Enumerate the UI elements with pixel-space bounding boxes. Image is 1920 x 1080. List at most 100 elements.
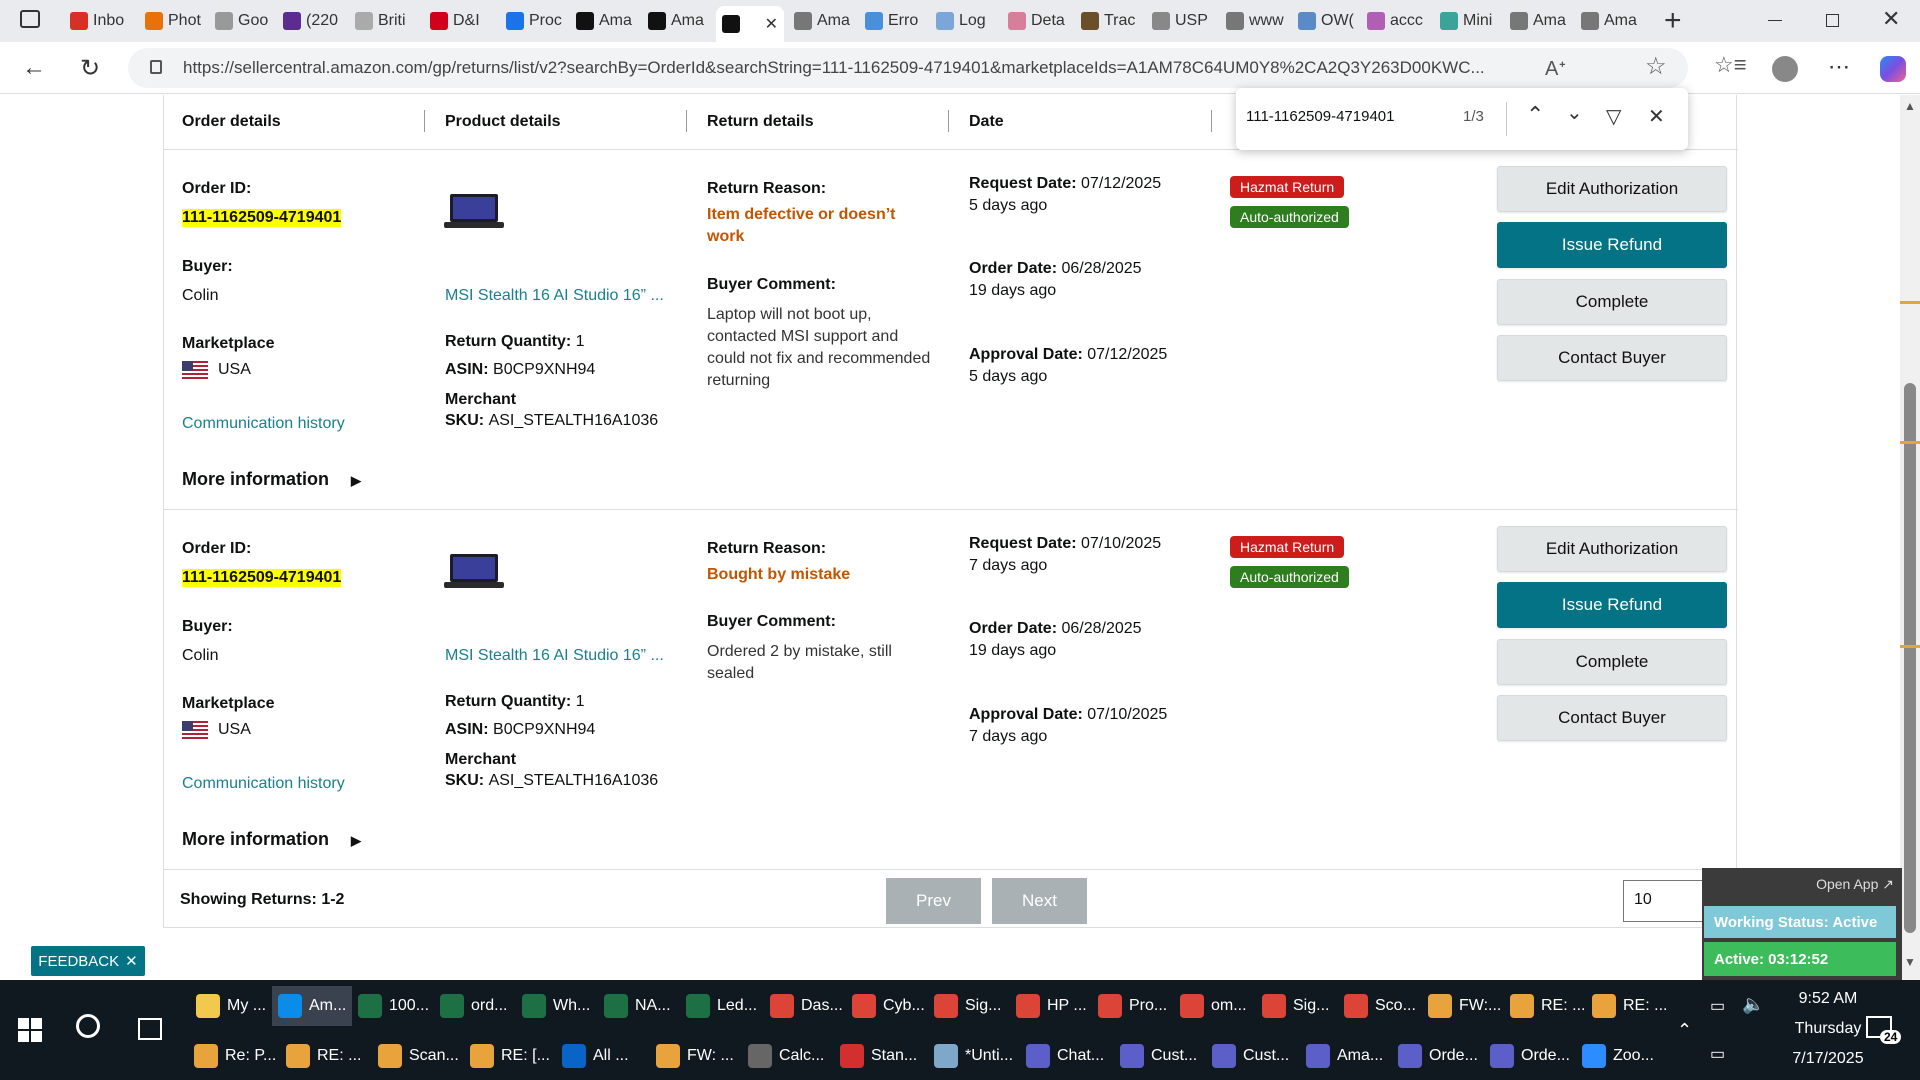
browser-tab[interactable]: OW( [1298, 6, 1358, 36]
browser-tab[interactable]: accc [1367, 6, 1427, 36]
issue-refund-button[interactable]: Issue Refund [1497, 582, 1727, 628]
taskbar-app[interactable]: Stan... [840, 1036, 917, 1076]
taskbar-app[interactable]: Am... [272, 986, 353, 1026]
taskbar-app[interactable]: RE: ... [1510, 986, 1585, 1026]
communication-history-link[interactable]: Communication history [182, 775, 345, 793]
taskbar-app[interactable]: Wh... [522, 986, 590, 1026]
find-filter-icon[interactable]: ▽ [1606, 104, 1621, 129]
browser-tab[interactable]: Goo [215, 6, 275, 36]
favorite-star-icon[interactable]: ☆ [1645, 52, 1667, 81]
tray-battery-icon[interactable]: ▭ [1710, 996, 1725, 1016]
read-aloud-icon[interactable]: Aᐩ [1545, 56, 1566, 81]
browser-tab[interactable]: Ama [648, 6, 708, 36]
product-thumbnail[interactable] [444, 552, 504, 592]
more-information-toggle[interactable]: More information ▶ [182, 829, 361, 850]
browser-tab[interactable]: Log [936, 6, 996, 36]
taskbar-app[interactable]: Orde... [1490, 1036, 1570, 1076]
profile-avatar[interactable] [1772, 56, 1798, 82]
scroll-up-icon[interactable]: ▲ [1904, 99, 1916, 113]
prev-button[interactable]: Prev [886, 878, 981, 924]
taskbar-app[interactable]: Zoo... [1582, 1036, 1654, 1076]
browser-tab[interactable]: Proc [506, 6, 566, 36]
new-tab-button[interactable]: + [1664, 4, 1682, 38]
more-information-toggle[interactable]: More information ▶ [182, 469, 361, 490]
taskbar-app[interactable]: My ... [196, 986, 266, 1026]
next-button[interactable]: Next [992, 878, 1087, 924]
taskbar-app[interactable]: Sig... [934, 986, 1001, 1026]
browser-tab[interactable]: Deta [1008, 6, 1068, 36]
browser-tab[interactable]: Briti [355, 6, 415, 36]
feedback-button[interactable]: FEEDBACK ✕ [31, 946, 145, 976]
copilot-icon[interactable] [1880, 56, 1906, 82]
taskbar-app[interactable]: ord... [440, 986, 507, 1026]
taskbar-app[interactable]: Cust... [1120, 1036, 1197, 1076]
taskbar-app[interactable]: *Unti... [934, 1036, 1013, 1076]
taskbar-app[interactable]: Cust... [1212, 1036, 1289, 1076]
scrollbar-thumb[interactable] [1904, 383, 1916, 933]
taskbar-app[interactable]: om... [1180, 986, 1247, 1026]
tray-volume-icon[interactable]: 🔈 [1742, 994, 1764, 1015]
taskbar-app[interactable]: Led... [686, 986, 757, 1026]
refresh-icon[interactable]: ↻ [74, 52, 106, 84]
feedback-close-icon[interactable]: ✕ [125, 952, 138, 970]
browser-tab[interactable]: Ama [794, 6, 854, 36]
browser-tab[interactable]: Phot [145, 6, 205, 36]
taskbar-app[interactable]: Cyb... [852, 986, 925, 1026]
tray-network-icon[interactable]: ▭ [1710, 1044, 1725, 1064]
taskbar-app[interactable]: Pro... [1098, 986, 1167, 1026]
taskbar-app[interactable]: Calc... [748, 1036, 824, 1076]
taskbar-app[interactable]: Das... [770, 986, 843, 1026]
taskbar-app[interactable]: Re: P... [194, 1036, 276, 1076]
find-previous-icon[interactable]: ⌃ [1526, 102, 1544, 128]
taskbar-app[interactable]: Orde... [1398, 1036, 1478, 1076]
taskbar-app[interactable]: RE: ... [286, 1036, 361, 1076]
edit-authorization-button[interactable]: Edit Authorization [1497, 166, 1727, 212]
find-next-icon[interactable]: ⌄ [1566, 100, 1583, 125]
product-title-link[interactable]: MSI Stealth 16 AI Studio 16” ... [445, 647, 680, 665]
contact-buyer-button[interactable]: Contact Buyer [1497, 335, 1727, 381]
show-hidden-icons[interactable]: ⌃ [1677, 1020, 1692, 1041]
restore-icon[interactable] [1826, 14, 1839, 27]
browser-tab[interactable]: (220 [283, 6, 343, 36]
browser-tab[interactable]: USP [1152, 6, 1212, 36]
menu-icon[interactable]: ⋯ [1828, 54, 1850, 80]
browser-tab[interactable]: Trac [1081, 6, 1141, 36]
taskbar-app[interactable]: All ... [562, 1036, 629, 1076]
browser-tab[interactable]: Mini [1440, 6, 1500, 36]
taskbar-app[interactable]: Scan... [378, 1036, 459, 1076]
favorites-icon[interactable]: ☆≡ [1714, 52, 1747, 78]
taskbar-app[interactable]: FW: ... [656, 1036, 734, 1076]
tab-close-icon[interactable]: ✕ [765, 14, 778, 34]
search-icon[interactable] [76, 1014, 100, 1038]
taskbar-app[interactable]: RE: ... [1592, 986, 1667, 1026]
taskbar-app[interactable]: Ama... [1306, 1036, 1383, 1076]
browser-tab[interactable]: D&I [430, 6, 490, 36]
minimize-icon[interactable] [1768, 20, 1782, 21]
address-bar[interactable]: https://sellercentral.amazon.com/gp/retu… [128, 48, 1688, 88]
browser-tab[interactable]: Ama [576, 6, 636, 36]
close-window-icon[interactable]: ✕ [1882, 6, 1900, 32]
taskbar-app[interactable]: HP ... [1016, 986, 1087, 1026]
find-input[interactable]: 111-1162509-4719401 [1246, 108, 1446, 125]
issue-refund-button[interactable]: Issue Refund [1497, 222, 1727, 268]
browser-tab[interactable]: ✕ [716, 6, 784, 42]
taskbar-app[interactable]: Sig... [1262, 986, 1329, 1026]
back-icon[interactable]: ← [18, 52, 50, 84]
find-close-icon[interactable]: ✕ [1648, 104, 1665, 129]
tab-actions-icon[interactable] [20, 10, 40, 28]
browser-tab[interactable]: Erro [865, 6, 925, 36]
taskbar-app[interactable]: 100... [358, 986, 429, 1026]
browser-tab[interactable]: Inbo [70, 6, 130, 36]
windows-start-icon[interactable] [18, 1018, 42, 1042]
task-view-icon[interactable] [138, 1018, 162, 1040]
communication-history-link[interactable]: Communication history [182, 415, 345, 433]
taskbar-app[interactable]: NA... [604, 986, 671, 1026]
complete-button[interactable]: Complete [1497, 639, 1727, 685]
open-app-link[interactable]: Open App ↗ [1816, 876, 1894, 893]
edit-authorization-button[interactable]: Edit Authorization [1497, 526, 1727, 572]
taskbar-app[interactable]: FW:... [1428, 986, 1501, 1026]
product-thumbnail[interactable] [444, 192, 504, 232]
browser-tab[interactable]: Ama [1510, 6, 1570, 36]
taskbar-app[interactable]: Sco... [1344, 986, 1416, 1026]
taskbar-app[interactable]: RE: [... [470, 1036, 550, 1076]
